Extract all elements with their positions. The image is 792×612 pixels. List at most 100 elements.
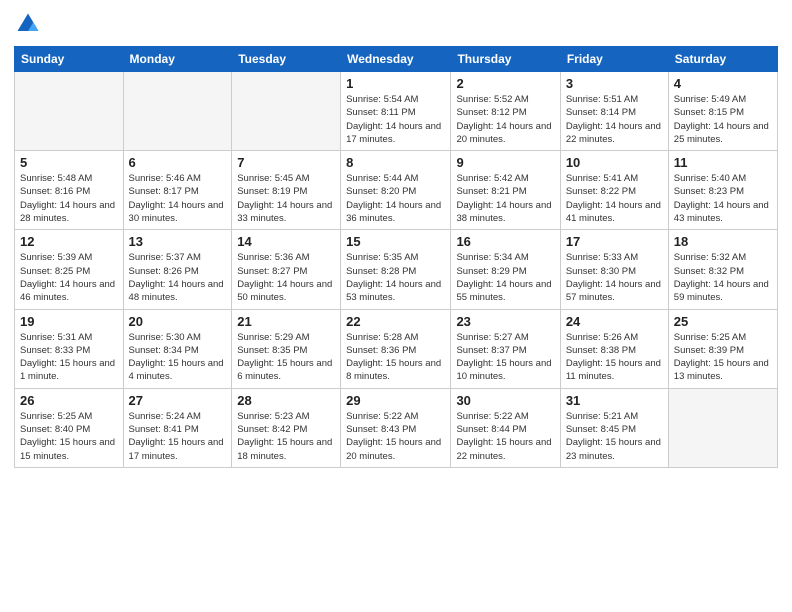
day-number: 3: [566, 76, 663, 91]
day-number: 16: [456, 234, 554, 249]
day-info: Sunrise: 5:27 AM Sunset: 8:37 PM Dayligh…: [456, 331, 554, 384]
weekday-header-friday: Friday: [560, 47, 668, 72]
day-number: 20: [129, 314, 227, 329]
day-info: Sunrise: 5:25 AM Sunset: 8:39 PM Dayligh…: [674, 331, 772, 384]
day-info: Sunrise: 5:42 AM Sunset: 8:21 PM Dayligh…: [456, 172, 554, 225]
week-row-2: 5 Sunrise: 5:48 AM Sunset: 8:16 PM Daylig…: [15, 151, 778, 230]
calendar-cell: 25 Sunrise: 5:25 AM Sunset: 8:39 PM Dayli…: [668, 309, 777, 388]
week-row-4: 19Sunrise: 5:31 AM Sunset: 8:33 PM Dayli…: [15, 309, 778, 388]
calendar-cell: 20 Sunrise: 5:30 AM Sunset: 8:34 PM Dayli…: [123, 309, 232, 388]
calendar-cell: 10 Sunrise: 5:41 AM Sunset: 8:22 PM Dayli…: [560, 151, 668, 230]
day-number: 5: [20, 155, 118, 170]
day-info: Sunrise: 5:48 AM Sunset: 8:16 PM Dayligh…: [20, 172, 118, 225]
day-info: Sunrise: 5:35 AM Sunset: 8:28 PM Dayligh…: [346, 251, 445, 304]
day-number: 2: [456, 76, 554, 91]
calendar-cell: 27 Sunrise: 5:24 AM Sunset: 8:41 PM Dayli…: [123, 388, 232, 467]
calendar-cell: [668, 388, 777, 467]
day-number: 28: [237, 393, 335, 408]
day-number: 11: [674, 155, 772, 170]
calendar-cell: 11 Sunrise: 5:40 AM Sunset: 8:23 PM Dayli…: [668, 151, 777, 230]
day-number: 23: [456, 314, 554, 329]
calendar-cell: 7Sunrise: 5:45 AM Sunset: 8:19 PM Daylig…: [232, 151, 341, 230]
day-number: 1: [346, 76, 445, 91]
day-number: 6: [129, 155, 227, 170]
week-row-3: 12 Sunrise: 5:39 AM Sunset: 8:25 PM Dayli…: [15, 230, 778, 309]
day-info: Sunrise: 5:26 AM Sunset: 8:38 PM Dayligh…: [566, 331, 663, 384]
week-row-5: 26 Sunrise: 5:25 AM Sunset: 8:40 PM Dayli…: [15, 388, 778, 467]
calendar-table: SundayMondayTuesdayWednesdayThursdayFrid…: [14, 46, 778, 468]
day-number: 9: [456, 155, 554, 170]
calendar-cell: 19Sunrise: 5:31 AM Sunset: 8:33 PM Dayli…: [15, 309, 124, 388]
day-info: Sunrise: 5:33 AM Sunset: 8:30 PM Dayligh…: [566, 251, 663, 304]
day-number: 14: [237, 234, 335, 249]
calendar-cell: 22 Sunrise: 5:28 AM Sunset: 8:36 PM Dayli…: [341, 309, 451, 388]
day-number: 27: [129, 393, 227, 408]
calendar-cell: 6 Sunrise: 5:46 AM Sunset: 8:17 PM Daylig…: [123, 151, 232, 230]
calendar-cell: 21 Sunrise: 5:29 AM Sunset: 8:35 PM Dayli…: [232, 309, 341, 388]
day-info: Sunrise: 5:49 AM Sunset: 8:15 PM Dayligh…: [674, 93, 772, 146]
weekday-header-row: SundayMondayTuesdayWednesdayThursdayFrid…: [15, 47, 778, 72]
day-number: 10: [566, 155, 663, 170]
calendar-cell: 23 Sunrise: 5:27 AM Sunset: 8:37 PM Dayli…: [451, 309, 560, 388]
day-info: Sunrise: 5:36 AM Sunset: 8:27 PM Dayligh…: [237, 251, 335, 304]
page: SundayMondayTuesdayWednesdayThursdayFrid…: [0, 0, 792, 612]
calendar-cell: 26 Sunrise: 5:25 AM Sunset: 8:40 PM Dayli…: [15, 388, 124, 467]
day-info: Sunrise: 5:41 AM Sunset: 8:22 PM Dayligh…: [566, 172, 663, 225]
calendar-cell: 16 Sunrise: 5:34 AM Sunset: 8:29 PM Dayli…: [451, 230, 560, 309]
header: [14, 10, 778, 38]
calendar-cell: 14 Sunrise: 5:36 AM Sunset: 8:27 PM Dayli…: [232, 230, 341, 309]
calendar-cell: 4 Sunrise: 5:49 AM Sunset: 8:15 PM Daylig…: [668, 72, 777, 151]
calendar-cell: 1Sunrise: 5:54 AM Sunset: 8:11 PM Daylig…: [341, 72, 451, 151]
weekday-header-wednesday: Wednesday: [341, 47, 451, 72]
weekday-header-saturday: Saturday: [668, 47, 777, 72]
day-number: 22: [346, 314, 445, 329]
calendar-cell: 3 Sunrise: 5:51 AM Sunset: 8:14 PM Daylig…: [560, 72, 668, 151]
day-info: Sunrise: 5:22 AM Sunset: 8:43 PM Dayligh…: [346, 410, 445, 463]
day-info: Sunrise: 5:46 AM Sunset: 8:17 PM Dayligh…: [129, 172, 227, 225]
day-info: Sunrise: 5:24 AM Sunset: 8:41 PM Dayligh…: [129, 410, 227, 463]
week-row-1: 1Sunrise: 5:54 AM Sunset: 8:11 PM Daylig…: [15, 72, 778, 151]
weekday-header-monday: Monday: [123, 47, 232, 72]
day-info: Sunrise: 5:22 AM Sunset: 8:44 PM Dayligh…: [456, 410, 554, 463]
day-info: Sunrise: 5:44 AM Sunset: 8:20 PM Dayligh…: [346, 172, 445, 225]
calendar-cell: 5 Sunrise: 5:48 AM Sunset: 8:16 PM Daylig…: [15, 151, 124, 230]
calendar-cell: 13 Sunrise: 5:37 AM Sunset: 8:26 PM Dayli…: [123, 230, 232, 309]
calendar-cell: 18 Sunrise: 5:32 AM Sunset: 8:32 PM Dayli…: [668, 230, 777, 309]
day-info: Sunrise: 5:37 AM Sunset: 8:26 PM Dayligh…: [129, 251, 227, 304]
day-info: Sunrise: 5:39 AM Sunset: 8:25 PM Dayligh…: [20, 251, 118, 304]
calendar-cell: 28 Sunrise: 5:23 AM Sunset: 8:42 PM Dayli…: [232, 388, 341, 467]
day-info: Sunrise: 5:52 AM Sunset: 8:12 PM Dayligh…: [456, 93, 554, 146]
day-number: 31: [566, 393, 663, 408]
day-number: 4: [674, 76, 772, 91]
day-number: 30: [456, 393, 554, 408]
calendar-cell: 2 Sunrise: 5:52 AM Sunset: 8:12 PM Daylig…: [451, 72, 560, 151]
day-info: Sunrise: 5:32 AM Sunset: 8:32 PM Dayligh…: [674, 251, 772, 304]
calendar-cell: 24Sunrise: 5:26 AM Sunset: 8:38 PM Dayli…: [560, 309, 668, 388]
day-info: Sunrise: 5:25 AM Sunset: 8:40 PM Dayligh…: [20, 410, 118, 463]
logo-icon: [14, 10, 42, 38]
day-info: Sunrise: 5:29 AM Sunset: 8:35 PM Dayligh…: [237, 331, 335, 384]
day-info: Sunrise: 5:30 AM Sunset: 8:34 PM Dayligh…: [129, 331, 227, 384]
day-number: 17: [566, 234, 663, 249]
day-number: 12: [20, 234, 118, 249]
day-number: 8: [346, 155, 445, 170]
day-info: Sunrise: 5:40 AM Sunset: 8:23 PM Dayligh…: [674, 172, 772, 225]
calendar-cell: 8 Sunrise: 5:44 AM Sunset: 8:20 PM Daylig…: [341, 151, 451, 230]
calendar-cell: 17 Sunrise: 5:33 AM Sunset: 8:30 PM Dayli…: [560, 230, 668, 309]
day-info: Sunrise: 5:21 AM Sunset: 8:45 PM Dayligh…: [566, 410, 663, 463]
day-number: 26: [20, 393, 118, 408]
day-number: 29: [346, 393, 445, 408]
day-info: Sunrise: 5:45 AM Sunset: 8:19 PM Dayligh…: [237, 172, 335, 225]
day-number: 13: [129, 234, 227, 249]
day-number: 15: [346, 234, 445, 249]
day-number: 25: [674, 314, 772, 329]
day-number: 18: [674, 234, 772, 249]
weekday-header-tuesday: Tuesday: [232, 47, 341, 72]
logo: [14, 10, 46, 38]
day-info: Sunrise: 5:28 AM Sunset: 8:36 PM Dayligh…: [346, 331, 445, 384]
day-info: Sunrise: 5:23 AM Sunset: 8:42 PM Dayligh…: [237, 410, 335, 463]
day-info: Sunrise: 5:51 AM Sunset: 8:14 PM Dayligh…: [566, 93, 663, 146]
day-info: Sunrise: 5:34 AM Sunset: 8:29 PM Dayligh…: [456, 251, 554, 304]
calendar-cell: 15 Sunrise: 5:35 AM Sunset: 8:28 PM Dayli…: [341, 230, 451, 309]
day-number: 21: [237, 314, 335, 329]
